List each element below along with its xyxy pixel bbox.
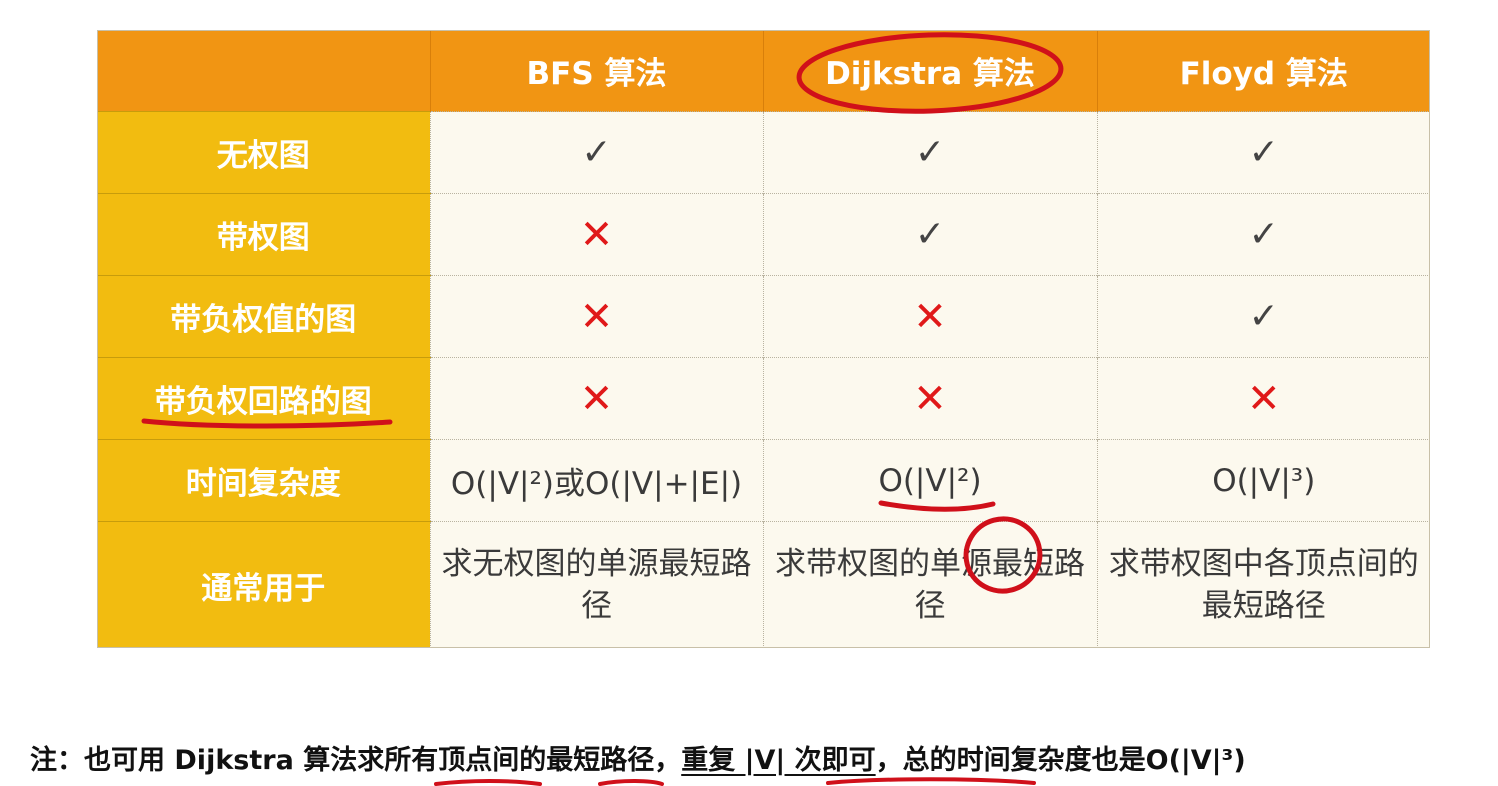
check-icon: ✓ [914,214,946,255]
footnote-underlined: 重复 |V| 次即可 [681,745,876,776]
header-floyd: Floyd 算法 [1097,30,1430,112]
usage-floyd: 求带权图中各顶点间的最短路径 [1096,521,1430,648]
row-label-unweighted: 无权图 [97,111,430,194]
usage-bfs: 求无权图的单源最短路径 [429,521,763,648]
bottom-annotation-mark-1 [434,779,542,786]
cross-icon: ✕ [913,375,947,422]
table-row: 带负权回路的图 ✕ ✕ ✕ [97,357,1430,440]
row-label-time-complexity: 时间复杂度 [97,439,430,522]
comparison-table-wrap: BFS 算法 Dijkstra 算法 Floyd 算法 无权图 ✓ ✓ ✓ 带权… [97,30,1430,648]
cell-symbol: ✕ [429,275,763,358]
bottom-annotation-mark-2 [598,779,664,786]
row-label-negative-weights: 带负权值的图 [97,275,430,358]
cell-symbol: ✓ [429,111,763,194]
table-row: 时间复杂度 O(|V|²)或O(|V|+|E|) O(|V|²) O(|V|³) [97,439,1430,522]
complexity-dijkstra: O(|V|²) [762,439,1097,522]
cross-icon: ✕ [579,293,614,340]
complexity-bfs: O(|V|²)或O(|V|+|E|) [429,439,763,522]
row-label-usage: 通常用于 [97,521,430,648]
cell-symbol: ✓ [762,193,1097,276]
check-icon: ✓ [1248,296,1279,337]
cell-symbol: ✓ [1096,193,1430,276]
footnote-suffix: ，总的时间复杂度也是O(|V|³) [875,745,1246,776]
table-row: 带负权值的图 ✕ ✕ ✓ [97,275,1430,358]
cross-icon: ✕ [913,293,947,340]
cross-icon: ✕ [579,375,614,422]
usage-dijkstra: 求带权图的单源最短路径 [762,521,1097,648]
cell-symbol: ✕ [429,193,763,276]
cell-symbol: ✕ [762,275,1097,358]
cross-icon: ✕ [579,211,614,258]
footnote-prefix: 注：也可用 Dijkstra 算法求所有顶点间的最短路径， [30,745,682,776]
row-label-negative-cycle: 带负权回路的图 [97,357,430,440]
check-icon: ✓ [914,132,946,173]
footnote: 注：也可用 Dijkstra 算法求所有顶点间的最短路径，重复 |V| 次即可，… [30,738,1246,777]
check-icon: ✓ [1248,132,1279,173]
cross-icon: ✕ [1246,375,1281,422]
table-row: 无权图 ✓ ✓ ✓ [97,111,1430,194]
header-bfs: BFS 算法 [430,30,764,112]
row-label-weighted: 带权图 [97,193,430,276]
header-corner [97,30,431,112]
header-dijkstra: Dijkstra 算法 [763,30,1098,112]
cell-symbol: ✓ [762,111,1097,194]
cell-symbol: ✕ [1096,357,1430,440]
bottom-annotation-mark-3 [826,777,1036,785]
table-row: 带权图 ✕ ✓ ✓ [97,193,1430,276]
check-icon: ✓ [1248,214,1279,255]
check-icon: ✓ [581,132,612,173]
complexity-floyd: O(|V|³) [1096,439,1430,522]
cell-symbol: ✓ [1096,275,1430,358]
cell-symbol: ✓ [1096,111,1430,194]
table-row: 通常用于 求无权图的单源最短路径 求带权图的单源最短路径 求带权图中各顶点间的最… [97,521,1430,648]
cell-symbol: ✕ [429,357,763,440]
cell-symbol: ✕ [762,357,1097,440]
table-header-row: BFS 算法 Dijkstra 算法 Floyd 算法 [97,30,1430,112]
algorithm-comparison-table: BFS 算法 Dijkstra 算法 Floyd 算法 无权图 ✓ ✓ ✓ 带权… [97,30,1430,648]
